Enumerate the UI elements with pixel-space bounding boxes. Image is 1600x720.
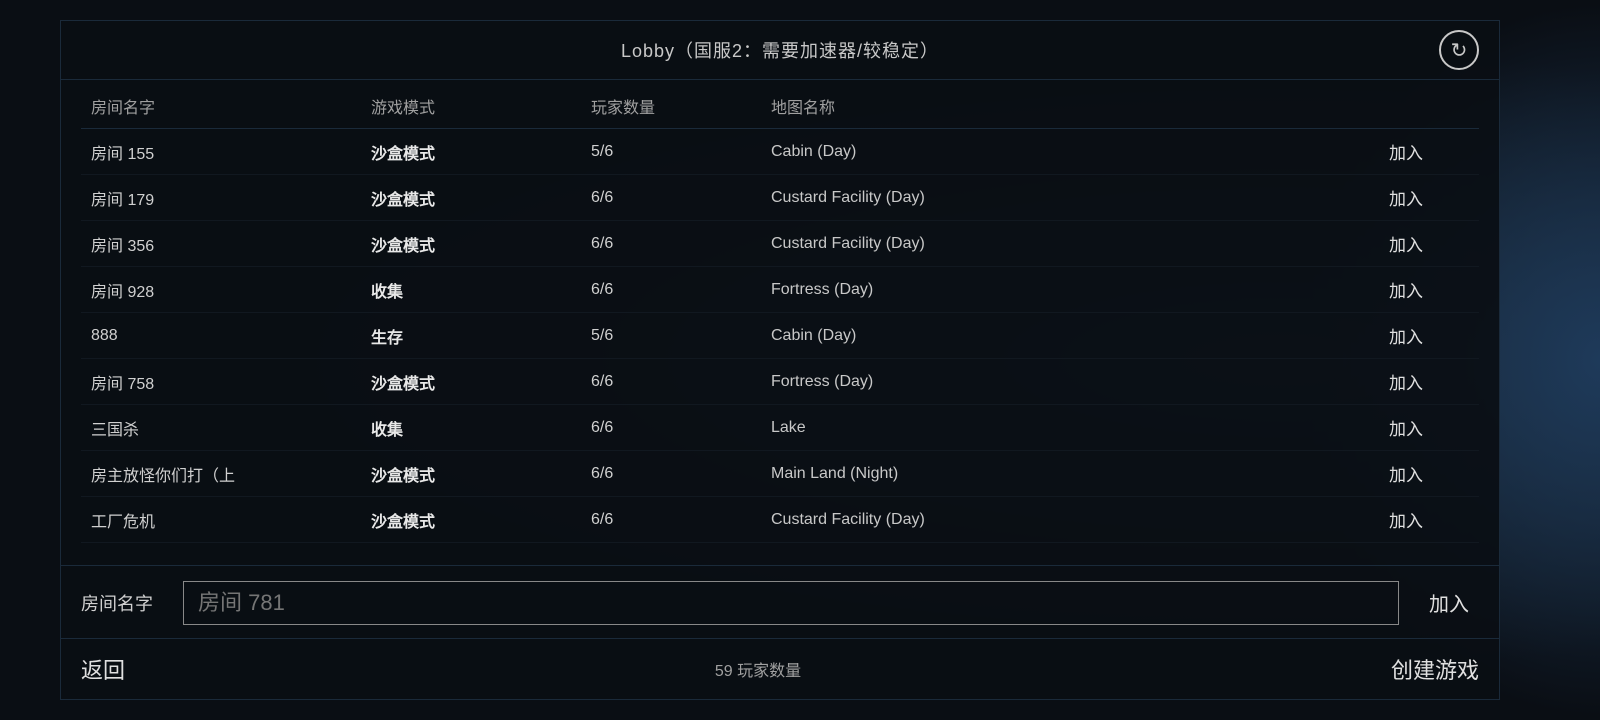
row-4-join-cell: 加入 (1379, 323, 1479, 348)
row-3-mode: 收集 (361, 278, 581, 302)
row-5-players: 6/6 (581, 373, 761, 391)
back-button[interactable]: 返回 (81, 653, 125, 685)
table-header: 房间名字 游戏模式 玩家数量 地图名称 (81, 80, 1479, 129)
row-7-map: Main Land (Night) (761, 465, 1379, 483)
row-8-join-button[interactable]: 加入 (1389, 507, 1423, 532)
col-header-action (1379, 94, 1479, 118)
row-5-join-cell: 加入 (1379, 369, 1479, 394)
table-row: 工厂危机 沙盒模式 6/6 Custard Facility (Day) 加入 (81, 497, 1479, 543)
room-name-input[interactable] (183, 581, 1399, 625)
row-8-map: Custard Facility (Day) (761, 511, 1379, 529)
row-6-join-button[interactable]: 加入 (1389, 415, 1423, 440)
player-count: 59 玩家数量 (715, 657, 801, 681)
row-1-mode: 沙盒模式 (361, 186, 581, 210)
row-1-map: Custard Facility (Day) (761, 189, 1379, 207)
col-header-name: 房间名字 (81, 94, 361, 118)
row-5-mode: 沙盒模式 (361, 370, 581, 394)
table-row: 房间 155 沙盒模式 5/6 Cabin (Day) 加入 (81, 129, 1479, 175)
row-2-join-cell: 加入 (1379, 231, 1479, 256)
row-5-name: 房间 758 (81, 370, 361, 394)
row-0-join-cell: 加入 (1379, 139, 1479, 164)
row-5-map: Fortress (Day) (761, 373, 1379, 391)
row-4-join-button[interactable]: 加入 (1389, 323, 1423, 348)
row-8-mode: 沙盒模式 (361, 508, 581, 532)
row-7-players: 6/6 (581, 465, 761, 483)
row-1-join-button[interactable]: 加入 (1389, 185, 1423, 210)
row-7-join-cell: 加入 (1379, 461, 1479, 486)
table-row: 房间 179 沙盒模式 6/6 Custard Facility (Day) 加… (81, 175, 1479, 221)
table-row: 三国杀 收集 6/6 Lake 加入 (81, 405, 1479, 451)
row-2-players: 6/6 (581, 235, 761, 253)
table-body: 房间 155 沙盒模式 5/6 Cabin (Day) 加入 房间 179 沙盒… (81, 129, 1479, 543)
col-header-mode: 游戏模式 (361, 94, 581, 118)
row-5-join-button[interactable]: 加入 (1389, 369, 1423, 394)
row-0-map: Cabin (Day) (761, 143, 1379, 161)
row-6-players: 6/6 (581, 419, 761, 437)
room-table: 房间名字 游戏模式 玩家数量 地图名称 房间 155 沙盒模式 5/6 Cabi… (61, 80, 1499, 543)
main-panel: Lobby（国服2：需要加速器/较稳定） ↻ 房间名字 游戏模式 玩家数量 地图… (60, 20, 1500, 700)
room-name-input-area: 房间名字 加入 (61, 565, 1499, 639)
row-6-name: 三国杀 (81, 416, 361, 440)
row-2-mode: 沙盒模式 (361, 232, 581, 256)
table-row: 房间 758 沙盒模式 6/6 Fortress (Day) 加入 (81, 359, 1479, 405)
row-3-join-button[interactable]: 加入 (1389, 277, 1423, 302)
row-6-mode: 收集 (361, 416, 581, 440)
room-name-label: 房间名字 (81, 590, 153, 616)
row-2-name: 房间 356 (81, 232, 361, 256)
header: Lobby（国服2：需要加速器/较稳定） ↻ (61, 21, 1499, 80)
refresh-button[interactable]: ↻ (1439, 30, 1479, 70)
row-0-mode: 沙盒模式 (361, 140, 581, 164)
row-6-join-cell: 加入 (1379, 415, 1479, 440)
row-2-map: Custard Facility (Day) (761, 235, 1379, 253)
row-8-players: 6/6 (581, 511, 761, 529)
create-game-button[interactable]: 创建游戏 (1391, 653, 1479, 685)
join-button-bottom[interactable]: 加入 (1419, 580, 1479, 625)
row-7-mode: 沙盒模式 (361, 462, 581, 486)
row-2-join-button[interactable]: 加入 (1389, 231, 1423, 256)
row-6-map: Lake (761, 419, 1379, 437)
footer: 返回 59 玩家数量 创建游戏 (61, 638, 1499, 699)
col-header-map: 地图名称 (761, 94, 1379, 118)
table-row: 房主放怪你们打（上 沙盒模式 6/6 Main Land (Night) 加入 (81, 451, 1479, 497)
row-1-players: 6/6 (581, 189, 761, 207)
row-3-join-cell: 加入 (1379, 277, 1479, 302)
row-3-map: Fortress (Day) (761, 281, 1379, 299)
row-1-join-cell: 加入 (1379, 185, 1479, 210)
table-row: 888 生存 5/6 Cabin (Day) 加入 (81, 313, 1479, 359)
row-7-name: 房主放怪你们打（上 (81, 462, 361, 486)
lobby-title: Lobby（国服2：需要加速器/较稳定） (621, 37, 939, 63)
row-3-players: 6/6 (581, 281, 761, 299)
row-4-map: Cabin (Day) (761, 327, 1379, 345)
col-header-players: 玩家数量 (581, 94, 761, 118)
row-8-name: 工厂危机 (81, 508, 361, 532)
row-0-players: 5/6 (581, 143, 761, 161)
table-row: 房间 356 沙盒模式 6/6 Custard Facility (Day) 加… (81, 221, 1479, 267)
row-0-join-button[interactable]: 加入 (1389, 139, 1423, 164)
row-4-mode: 生存 (361, 324, 581, 348)
row-3-name: 房间 928 (81, 278, 361, 302)
table-row: 房间 928 收集 6/6 Fortress (Day) 加入 (81, 267, 1479, 313)
row-1-name: 房间 179 (81, 186, 361, 210)
row-0-name: 房间 155 (81, 140, 361, 164)
row-4-name: 888 (81, 327, 361, 345)
row-7-join-button[interactable]: 加入 (1389, 461, 1423, 486)
row-4-players: 5/6 (581, 327, 761, 345)
row-8-join-cell: 加入 (1379, 507, 1479, 532)
